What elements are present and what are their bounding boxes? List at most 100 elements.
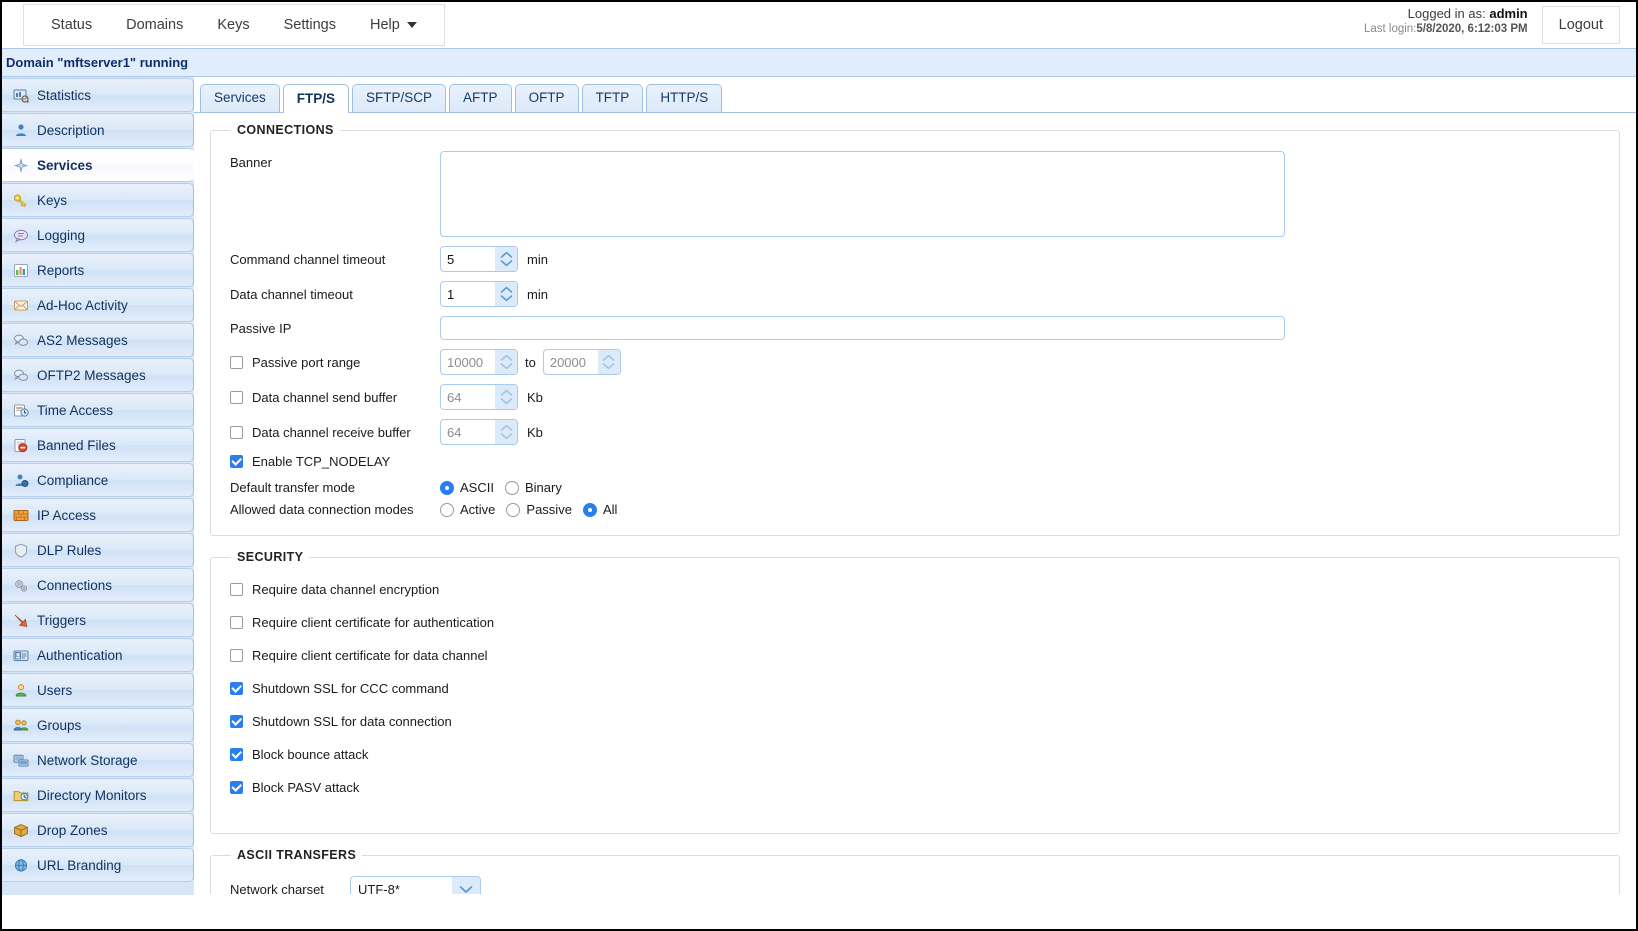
user-info: Logged in as: admin Last login:5/8/2020,… xyxy=(1364,6,1542,37)
command-timeout-stepper[interactable] xyxy=(440,246,518,272)
receive-buffer-checkbox[interactable] xyxy=(230,426,243,439)
radio-option-binary[interactable]: Binary xyxy=(505,480,562,495)
sidebar-item-dlp-rules[interactable]: DLP Rules xyxy=(2,533,194,567)
security-legend: SECURITY xyxy=(231,550,309,564)
passive-port-to-stepper[interactable] xyxy=(543,349,621,375)
passive-port-from-stepper-buttons[interactable] xyxy=(495,350,517,374)
stepper-down-icon[interactable] xyxy=(500,362,513,370)
security-checkbox-block-bounce-attack[interactable] xyxy=(230,748,243,761)
stepper-up-icon[interactable] xyxy=(500,354,513,362)
passive-port-from-stepper[interactable] xyxy=(440,349,518,375)
logout-button[interactable]: Logout xyxy=(1542,6,1620,44)
sidebar-item-ad-hoc-activity[interactable]: Ad-Hoc Activity xyxy=(2,288,194,322)
data-timeout-stepper-buttons[interactable] xyxy=(495,282,517,306)
tab-sftp-scp[interactable]: SFTP/SCP xyxy=(352,84,446,112)
tab-ftp-s[interactable]: FTP/S xyxy=(283,84,349,113)
sidebar-item-connections[interactable]: Connections xyxy=(2,568,194,602)
radio-button[interactable] xyxy=(440,503,454,517)
passive-port-range-checkbox[interactable] xyxy=(230,356,243,369)
data-timeout-input[interactable] xyxy=(441,283,495,305)
sidebar-item-ip-access[interactable]: IP Access xyxy=(2,498,194,532)
sidebar-item-compliance[interactable]: Compliance xyxy=(2,463,194,497)
tcp-nodelay-checkbox[interactable] xyxy=(230,455,243,468)
sidebar-item-label: Drop Zones xyxy=(37,823,108,838)
radio-button[interactable] xyxy=(506,503,520,517)
passive-port-to-input[interactable] xyxy=(544,351,598,373)
receive-buffer-stepper[interactable] xyxy=(440,419,518,445)
menu-keys[interactable]: Keys xyxy=(200,5,266,45)
security-checkbox-shutdown-ssl-for-data-connection[interactable] xyxy=(230,715,243,728)
passive-ip-input[interactable] xyxy=(440,316,1285,340)
receive-buffer-input[interactable] xyxy=(441,421,495,443)
stepper-down-icon[interactable] xyxy=(602,362,615,370)
receive-buffer-unit: Kb xyxy=(527,425,543,440)
radio-button[interactable] xyxy=(505,481,519,495)
security-checkbox-require-client-certificate-for-authentication[interactable] xyxy=(230,616,243,629)
sidebar-item-authentication[interactable]: Authentication xyxy=(2,638,194,672)
sidebar-item-services[interactable]: Services xyxy=(2,148,194,182)
radio-option-ascii[interactable]: ASCII xyxy=(440,480,494,495)
radio-button[interactable] xyxy=(583,503,597,517)
menu-status[interactable]: Status xyxy=(34,5,109,45)
stepper-up-icon[interactable] xyxy=(500,286,513,294)
sidebar-item-network-storage[interactable]: Network Storage xyxy=(2,743,194,777)
sidebar-item-reports[interactable]: Reports xyxy=(2,253,194,287)
sidebar-item-time-access[interactable]: Time Access xyxy=(2,393,194,427)
menu-settings[interactable]: Settings xyxy=(267,5,353,45)
tab-aftp[interactable]: AFTP xyxy=(449,84,512,112)
stepper-down-icon[interactable] xyxy=(500,397,513,405)
sidebar-item-oftp2-messages[interactable]: OFTP2 Messages xyxy=(2,358,194,392)
command-timeout-input[interactable] xyxy=(441,248,495,270)
menu-domains-label: Domains xyxy=(126,17,183,33)
security-checkbox-require-client-certificate-for-data-channel[interactable] xyxy=(230,649,243,662)
data-timeout-stepper[interactable] xyxy=(440,281,518,307)
stepper-down-icon[interactable] xyxy=(500,432,513,440)
send-buffer-checkbox[interactable] xyxy=(230,391,243,404)
receive-buffer-stepper-buttons[interactable] xyxy=(495,420,517,444)
network-charset-select[interactable]: UTF-8* xyxy=(350,876,481,894)
radio-button[interactable] xyxy=(440,481,454,495)
stepper-up-icon[interactable] xyxy=(602,354,615,362)
security-checkbox-label: Shutdown SSL for data connection xyxy=(252,714,452,729)
passive-port-to-stepper-buttons[interactable] xyxy=(598,350,620,374)
stepper-down-icon[interactable] xyxy=(500,259,513,267)
sidebar-item-users[interactable]: Users xyxy=(2,673,194,707)
menu-help[interactable]: Help xyxy=(353,5,434,45)
sidebar-item-groups[interactable]: Groups xyxy=(2,708,194,742)
security-checkbox-shutdown-ssl-for-ccc-command[interactable] xyxy=(230,682,243,695)
radio-option-active[interactable]: Active xyxy=(440,502,495,517)
sidebar-item-label: Authentication xyxy=(37,648,123,663)
tab-services[interactable]: Services xyxy=(200,84,280,112)
sidebar-item-url-branding[interactable]: URL Branding xyxy=(2,848,194,882)
chevron-down-icon[interactable] xyxy=(452,877,480,894)
stepper-down-icon[interactable] xyxy=(500,294,513,302)
stepper-up-icon[interactable] xyxy=(500,251,513,259)
send-buffer-stepper[interactable] xyxy=(440,384,518,410)
sidebar-item-as2-messages[interactable]: AS2 Messages xyxy=(2,323,194,357)
tab-oftp[interactable]: OFTP xyxy=(515,84,579,112)
services-icon xyxy=(12,157,30,173)
send-buffer-input[interactable] xyxy=(441,386,495,408)
radio-option-all[interactable]: All xyxy=(583,502,617,517)
sidebar-item-logging[interactable]: Logging xyxy=(2,218,194,252)
sidebar-item-banned-files[interactable]: Banned Files xyxy=(2,428,194,462)
security-checkbox-block-pasv-attack[interactable] xyxy=(230,781,243,794)
command-timeout-stepper-buttons[interactable] xyxy=(495,247,517,271)
radio-option-passive[interactable]: Passive xyxy=(506,502,572,517)
stepper-up-icon[interactable] xyxy=(500,424,513,432)
tab-http-s[interactable]: HTTP/S xyxy=(646,84,722,112)
tab-tftp[interactable]: TFTP xyxy=(582,84,644,112)
sidebar-item-directory-monitors[interactable]: Directory Monitors xyxy=(2,778,194,812)
sidebar-item-triggers[interactable]: Triggers xyxy=(2,603,194,637)
sidebar-item-statistics[interactable]: Statistics xyxy=(2,78,194,112)
banner-textarea[interactable] xyxy=(440,151,1285,237)
stepper-up-icon[interactable] xyxy=(500,389,513,397)
tab-label: TFTP xyxy=(596,90,630,105)
sidebar-item-keys[interactable]: Keys xyxy=(2,183,194,217)
sidebar-item-description[interactable]: Description xyxy=(2,113,194,147)
passive-port-from-input[interactable] xyxy=(441,351,495,373)
sidebar-item-drop-zones[interactable]: Drop Zones xyxy=(2,813,194,847)
security-checkbox-require-data-channel-encryption[interactable] xyxy=(230,583,243,596)
menu-domains[interactable]: Domains xyxy=(109,5,200,45)
send-buffer-stepper-buttons[interactable] xyxy=(495,385,517,409)
